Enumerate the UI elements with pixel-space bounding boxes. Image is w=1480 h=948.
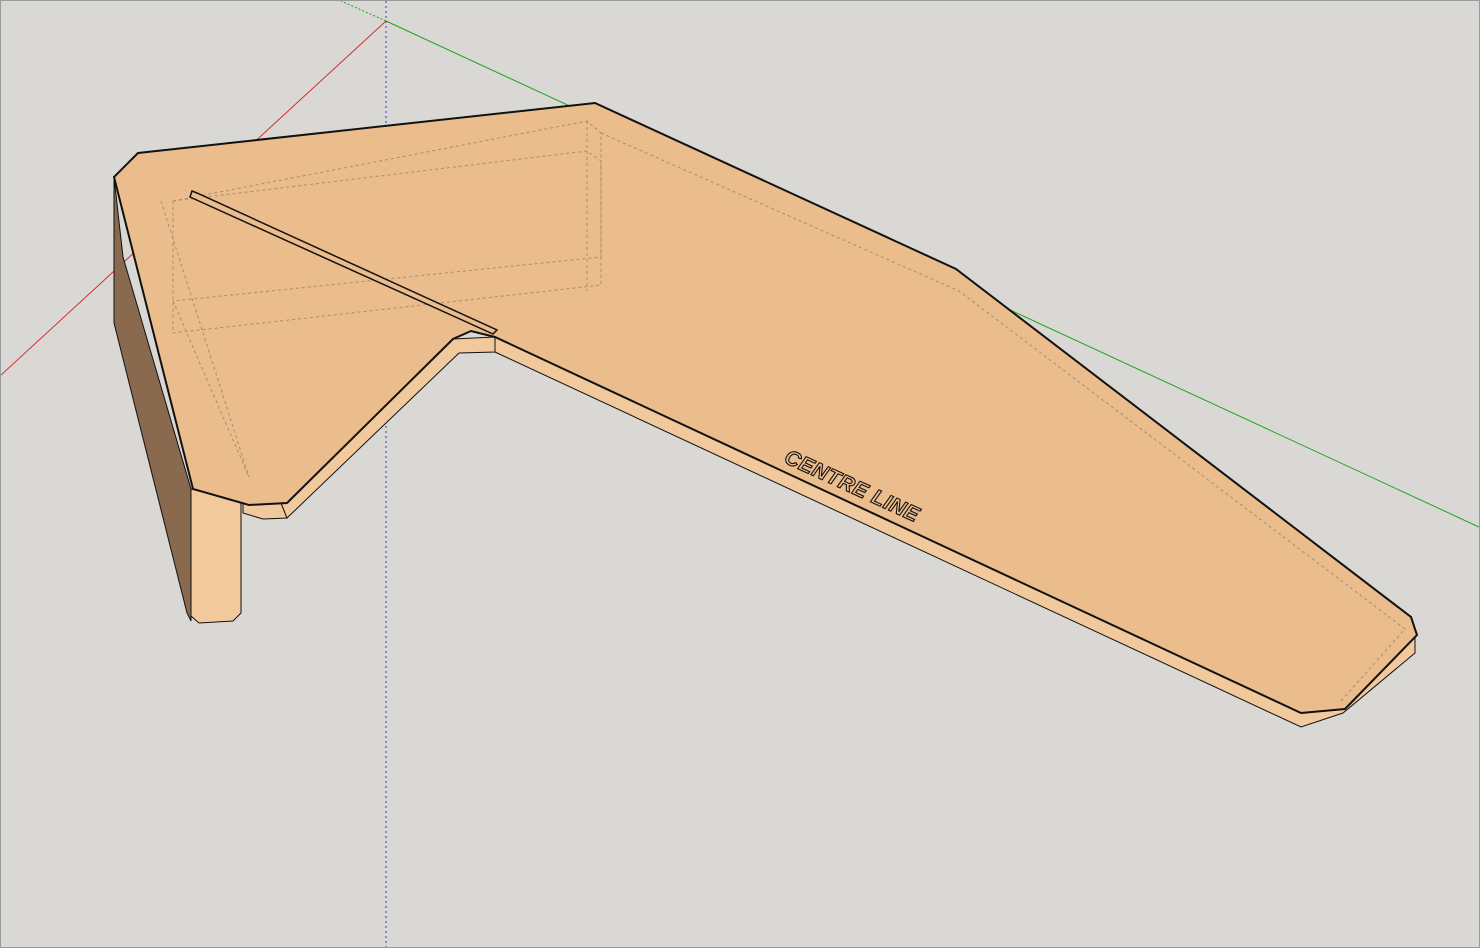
leg-front-face: [190, 488, 242, 624]
3d-viewport[interactable]: CENTRE LINE: [0, 0, 1480, 948]
model-scene[interactable]: CENTRE LINE: [1, 1, 1479, 947]
green-axis-dotted: [340, 1, 387, 22]
